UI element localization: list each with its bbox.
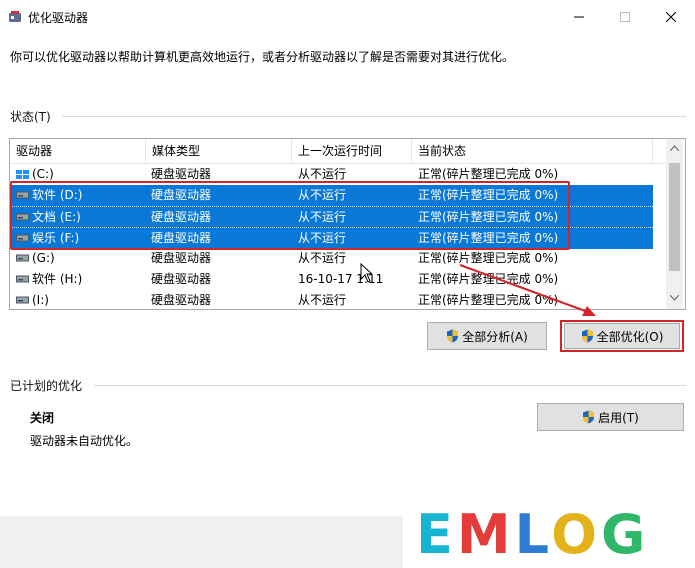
watermark-letter: O — [551, 503, 602, 566]
watermark-letter: L — [514, 503, 552, 566]
scheduled-state: 关闭 — [30, 411, 55, 425]
enable-label: 启用(T) — [598, 410, 639, 425]
scheduled-section-label: 已计划的优化 — [10, 379, 83, 393]
watermark-letter: E — [416, 503, 457, 566]
scheduled-description: 驱动器未自动优化。 — [30, 434, 139, 448]
scheduled-separator — [94, 385, 686, 386]
enable-button[interactable]: 启用(T) — [537, 403, 684, 431]
uac-shield-icon — [583, 410, 595, 424]
watermark-logo: EMLOG — [416, 503, 649, 566]
mouse-cursor-icon — [360, 263, 372, 283]
watermark-letter: G — [601, 503, 650, 566]
annotation-arrow — [459, 264, 596, 316]
watermark-letter: M — [456, 503, 515, 566]
